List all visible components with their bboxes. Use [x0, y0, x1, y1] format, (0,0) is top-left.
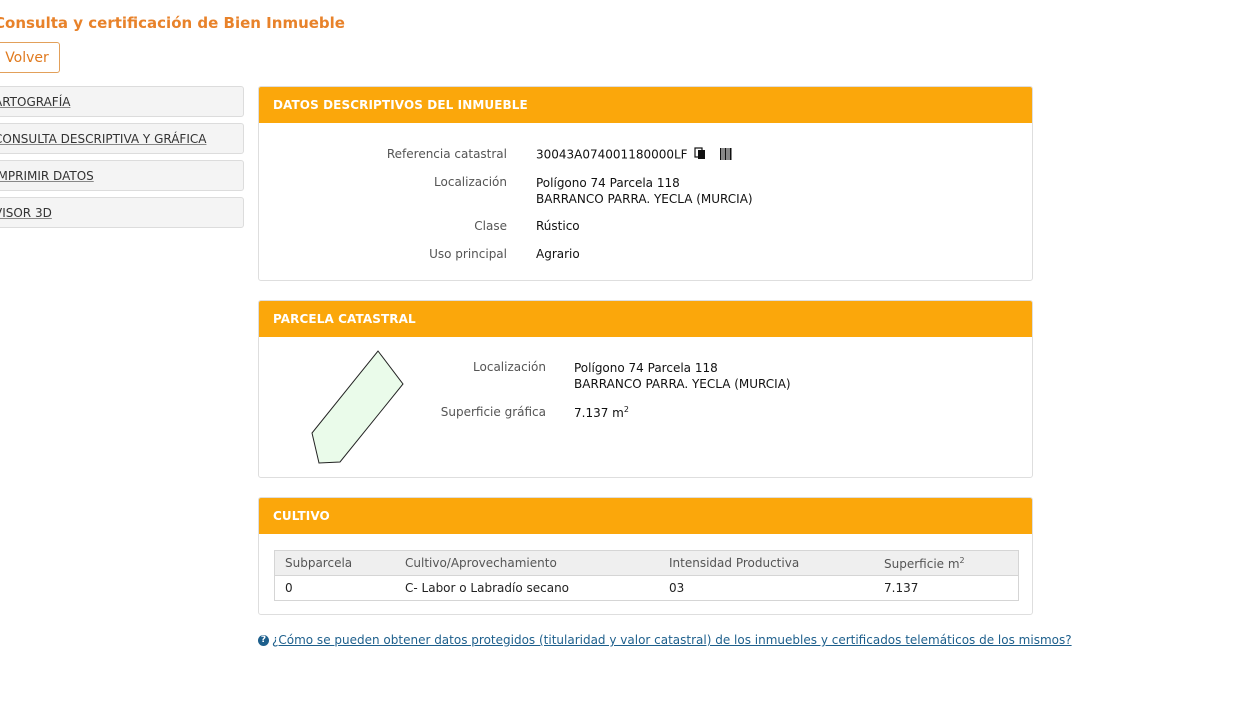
parcel-shape[interactable] [299, 341, 419, 471]
cultivo-header: CULTIVO [259, 498, 1032, 534]
uso-principal-value: Agrario [536, 247, 580, 261]
parcela-catastral-panel: PARCELA CATASTRAL Localización Polígono … [258, 300, 1033, 478]
datos-descriptivos-header: DATOS DESCRIPTIVOS DEL INMUEBLE [259, 87, 1032, 123]
col-cultivo: Cultivo/Aprovechamiento [395, 550, 659, 576]
page-title: Consulta y certificación de Bien Inmuebl… [0, 14, 345, 32]
col-superficie: Superficie m2 [874, 550, 1019, 576]
superficie-grafica-label: Superficie gráfica [440, 405, 546, 419]
back-button[interactable]: Volver [0, 42, 60, 73]
side-navigation: ARTOGRAFÍA CONSULTA DESCRIPTIVA Y GRÁFIC… [0, 86, 244, 234]
clase-value: Rústico [536, 219, 580, 233]
col-intensidad: Intensidad Productiva [659, 550, 874, 576]
clase-label: Clase [474, 219, 507, 233]
col-subparcela: Subparcela [274, 550, 395, 576]
uso-principal-label: Uso principal [429, 247, 507, 261]
barcode-icon[interactable] [720, 147, 732, 163]
localizacion-value: Polígono 74 Parcela 118 BARRANCO PARRA. … [536, 176, 753, 206]
copy-icon[interactable] [694, 147, 706, 163]
question-icon: ? [258, 635, 269, 646]
superficie-grafica-value: 7.137 m2 [574, 405, 629, 420]
parcela-localizacion-value: Polígono 74 Parcela 118 BARRANCO PARRA. … [574, 361, 791, 391]
parcela-localizacion-label: Localización [473, 360, 546, 374]
datos-descriptivos-panel: DATOS DESCRIPTIVOS DEL INMUEBLE Referenc… [258, 86, 1033, 281]
localizacion-label: Localización [434, 175, 507, 189]
referencia-catastral-row: 30043A074001180000LF [536, 147, 732, 163]
parcela-catastral-header: PARCELA CATASTRAL [259, 301, 1032, 337]
referencia-catastral-label: Referencia catastral [386, 147, 507, 161]
table-row: 0 C- Labor o Labradío secano 03 7.137 [285, 581, 919, 595]
cultivo-table: Subparcela Cultivo/Aprovechamiento Inten… [274, 550, 1019, 601]
sidebar-item-visor-3d[interactable]: VISOR 3D [0, 197, 244, 228]
table-header-row: Subparcela Cultivo/Aprovechamiento Inten… [274, 550, 1019, 576]
sidebar-item-imprimir-datos[interactable]: IMPRIMIR DATOS [0, 160, 244, 191]
referencia-catastral-value: 30043A074001180000LF [536, 147, 688, 162]
help-link[interactable]: ? ¿Cómo se pueden obtener datos protegido… [258, 633, 1072, 647]
cultivo-panel: CULTIVO Subparcela Cultivo/Aprovechamien… [258, 497, 1033, 615]
sidebar-item-cartografia[interactable]: ARTOGRAFÍA [0, 86, 244, 117]
sidebar-item-consulta-descriptiva[interactable]: CONSULTA DESCRIPTIVA Y GRÁFICA [0, 123, 244, 154]
